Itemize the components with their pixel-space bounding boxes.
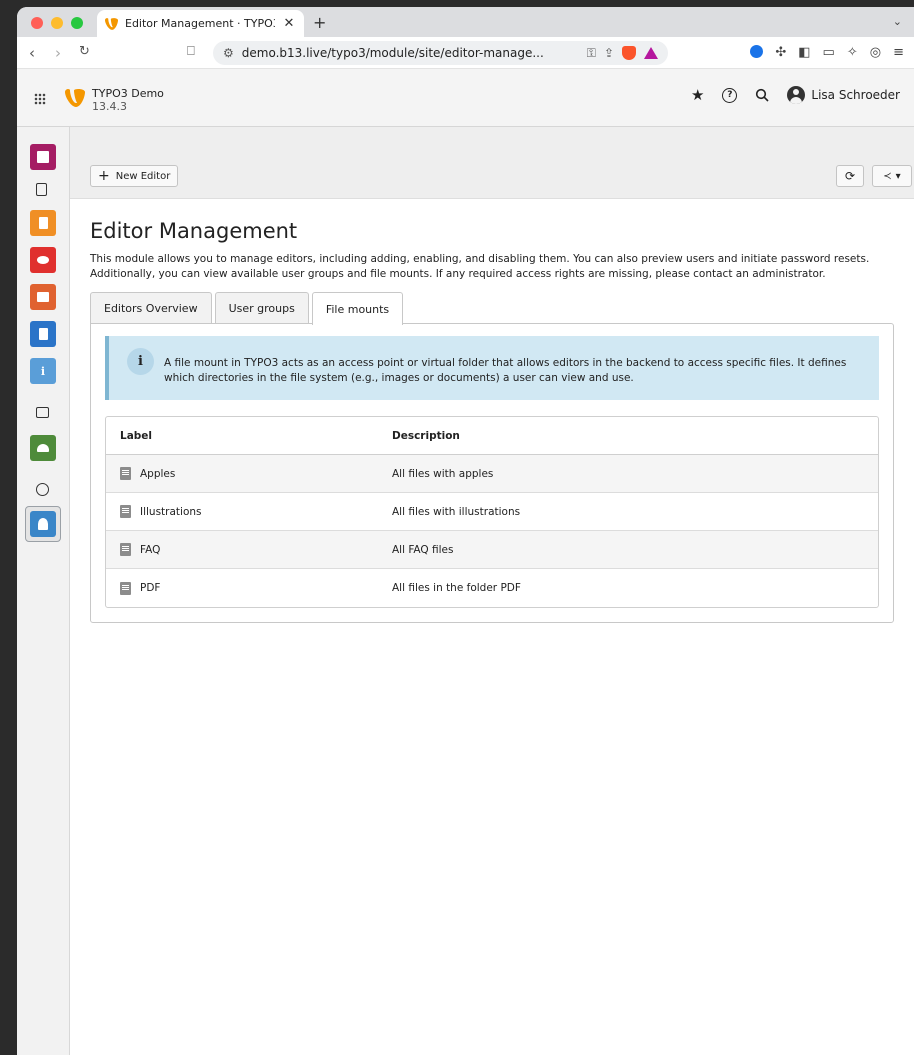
- sidebar-toggle-icon[interactable]: ◧: [798, 45, 810, 60]
- tab-editors-overview[interactable]: Editors Overview: [90, 292, 212, 324]
- brave-shields-icon[interactable]: [622, 46, 636, 60]
- share-icon[interactable]: ⇪: [604, 46, 614, 60]
- row-description: All files with illustrations: [378, 493, 878, 531]
- password-manager-icon[interactable]: [750, 45, 764, 58]
- doc-header: + New Editor ⟳ ≺ ▾: [70, 127, 914, 199]
- forms-module-icon[interactable]: [30, 435, 56, 461]
- typo3-logo-icon: [65, 89, 85, 107]
- view-module-icon[interactable]: [30, 247, 56, 273]
- browser-window: Editor Management · TYPO3 ✕ + ⌄ ‹ › ↻ ⎕ …: [17, 7, 914, 1055]
- tab-list: Editors Overview User groups File mounts: [90, 292, 894, 325]
- bookmark-icon[interactable]: ⎕: [187, 44, 195, 59]
- new-editor-button[interactable]: + New Editor: [90, 165, 179, 187]
- filelist-module-icon[interactable]: [36, 407, 50, 421]
- new-tab-button[interactable]: +: [313, 13, 326, 32]
- column-header-label: Label: [106, 417, 378, 455]
- row-description: All files in the folder PDF: [392, 582, 521, 594]
- callout-text: A file mount in TYPO3 acts as an access …: [164, 357, 847, 384]
- tab-file-mounts[interactable]: File mounts: [311, 292, 404, 325]
- chevron-down-icon[interactable]: ⌄: [893, 15, 902, 28]
- table-row: PDF All files in the folder PDF: [106, 569, 878, 607]
- user-menu[interactable]: Lisa Schroeder: [787, 86, 900, 104]
- browser-tab-active[interactable]: Editor Management · TYPO3 ✕: [97, 10, 304, 37]
- bookmarks-star-icon[interactable]: ★: [691, 86, 704, 104]
- table-row: Apples All files with apples: [106, 455, 878, 493]
- extensions-area: ✣ ◧ ▭ ✧ ◎ ≡: [750, 45, 904, 60]
- filemount-icon: [120, 467, 131, 480]
- menu-icon[interactable]: ≡: [893, 45, 904, 60]
- list-module-icon[interactable]: [30, 210, 56, 236]
- info-callout: i A file mount in TYPO3 acts as an acces…: [105, 336, 879, 400]
- filemount-icon: [120, 505, 131, 518]
- info-i-module-icon[interactable]: i: [30, 358, 56, 384]
- wallet-icon[interactable]: ▭: [823, 45, 835, 60]
- address-bar[interactable]: ⚙ demo.b13.live/typo3/module/site/editor…: [213, 41, 668, 65]
- table-row: FAQ All FAQ files: [106, 531, 878, 569]
- info-icon: i: [127, 348, 154, 375]
- module-body: Editor Management This module allows you…: [70, 199, 914, 624]
- extensions-icon[interactable]: ✣: [775, 45, 786, 60]
- page-module-icon[interactable]: [36, 183, 50, 197]
- reload-button[interactable]: ⟳: [836, 165, 864, 187]
- site-settings-icon[interactable]: ⚙: [223, 46, 234, 60]
- close-window-button[interactable]: [31, 17, 43, 29]
- row-label: Illustrations: [140, 505, 202, 518]
- table-row: Illustrations All files with illustratio…: [106, 493, 878, 531]
- reload-icon[interactable]: ↻: [79, 44, 90, 59]
- browser-toolbar: ‹ › ↻ ⎕ ⚙ demo.b13.live/typo3/module/sit…: [17, 37, 914, 69]
- row-label: PDF: [140, 582, 161, 594]
- minimize-window-button[interactable]: [51, 17, 63, 29]
- module-content: + New Editor ⟳ ≺ ▾ Editor Management Thi…: [70, 127, 914, 1055]
- table-header-row: Label Description: [106, 417, 878, 455]
- module-sidebar: i: [17, 127, 70, 1055]
- site-name: TYPO3 Demo: [92, 87, 164, 100]
- share-icon: ≺: [883, 170, 892, 182]
- column-header-description: Description: [378, 417, 878, 455]
- site-info: TYPO3 Demo 13.4.3: [92, 87, 164, 113]
- records-module-icon[interactable]: [30, 284, 56, 310]
- caret-down-icon: ▾: [895, 170, 901, 182]
- tab-title: Editor Management · TYPO3: [125, 17, 275, 30]
- vpn-icon[interactable]: ◎: [870, 45, 881, 60]
- typo3-favicon-icon: [105, 17, 118, 30]
- share-dropdown-button[interactable]: ≺ ▾: [872, 165, 912, 187]
- help-icon[interactable]: ?: [722, 87, 738, 103]
- row-label: Apples: [140, 467, 176, 480]
- editor-management-module-icon[interactable]: [30, 511, 56, 537]
- row-description: All files with apples: [378, 455, 878, 493]
- row-label: FAQ: [140, 543, 161, 556]
- forward-icon[interactable]: ›: [55, 44, 61, 62]
- key-icon[interactable]: ⚿: [587, 46, 596, 61]
- sites-globe-icon[interactable]: [36, 483, 50, 497]
- filemount-icon: [120, 543, 131, 556]
- web-layout-module-icon[interactable]: [30, 144, 56, 170]
- browser-tab-strip: Editor Management · TYPO3 ✕ + ⌄: [17, 7, 914, 37]
- back-icon[interactable]: ‹: [29, 44, 35, 62]
- avatar: [787, 86, 806, 104]
- typo3-topbar: TYPO3 Demo 13.4.3 ★ ? Lisa Schroeder: [17, 69, 914, 127]
- search-icon[interactable]: [755, 88, 769, 102]
- refresh-icon: ⟳: [844, 169, 856, 183]
- plus-icon: +: [98, 168, 110, 184]
- file-mounts-table: Label Description Apples All files with …: [105, 416, 879, 608]
- topbar-tools: ★ ? Lisa Schroeder: [691, 86, 900, 104]
- page-title: Editor Management: [90, 219, 298, 243]
- tab-user-groups[interactable]: User groups: [214, 292, 309, 324]
- url-text[interactable]: demo.b13.live/typo3/module/site/editor-m…: [242, 46, 579, 60]
- user-name: Lisa Schroeder: [811, 88, 900, 102]
- info-module-icon[interactable]: [30, 321, 56, 347]
- module-intro: This module allows you to manage editors…: [90, 253, 870, 280]
- maximize-window-button[interactable]: [71, 17, 83, 29]
- filemount-icon: [120, 581, 131, 595]
- row-description: All FAQ files: [378, 531, 878, 569]
- close-icon[interactable]: ✕: [282, 16, 296, 31]
- window-controls: [31, 17, 83, 29]
- module-menu-toggle-icon[interactable]: [34, 93, 46, 105]
- brave-rewards-icon[interactable]: [644, 47, 658, 59]
- leo-ai-icon[interactable]: ✧: [847, 45, 858, 60]
- new-editor-label: New Editor: [115, 170, 171, 182]
- file-mounts-panel: i A file mount in TYPO3 acts as an acces…: [90, 323, 894, 623]
- typo3-version: 13.4.3: [92, 100, 127, 113]
